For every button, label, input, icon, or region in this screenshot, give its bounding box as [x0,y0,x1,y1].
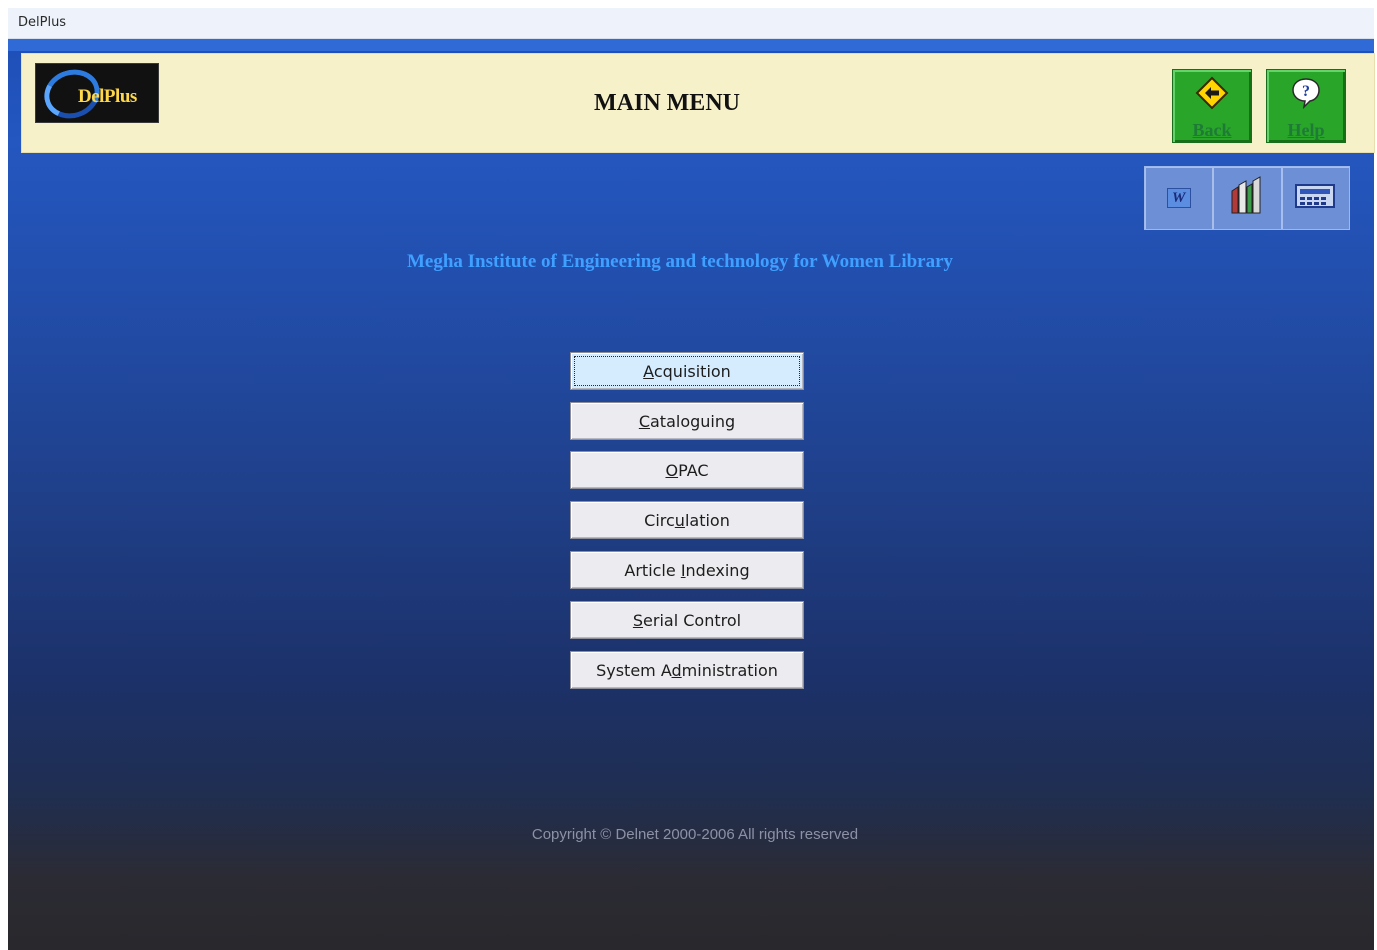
help-question-icon: ? [1289,76,1323,110]
circulation-button[interactable]: Circulation [570,501,804,539]
article-indexing-label: Article Indexing [624,560,750,580]
quick-tools-bar: W [1144,166,1350,230]
article-indexing-button[interactable]: Article Indexing [570,551,804,589]
circulation-label: Circulation [644,510,730,530]
calculator-icon [1294,181,1336,216]
logo-text: DelPlus [78,86,137,107]
copyright-notice: Copyright © Delnet 2000-2006 All rights … [531,826,859,843]
title-accent-strip [8,39,1374,51]
svg-text:?: ? [1302,83,1310,100]
system-administration-button[interactable]: System Administration [570,651,804,689]
word-icon: W [1166,188,1191,208]
cataloguing-button[interactable]: Cataloguing [570,402,804,440]
system-administration-label: System Administration [596,660,778,680]
serial-control-button[interactable]: Serial Control [570,601,804,639]
window-title: DelPlus [18,15,67,30]
page-title: MAIN MENU [594,90,740,116]
back-arrow-icon [1195,76,1229,110]
opac-button[interactable]: OPAC [570,451,804,489]
calculator-tool-button[interactable] [1282,167,1349,229]
acquisition-label: Acquisition [643,361,731,381]
help-label: Help [1287,120,1325,140]
word-tool-button[interactable]: W [1145,167,1214,229]
cataloguing-label: Cataloguing [638,411,736,431]
serial-control-label: Serial Control [632,610,742,630]
window-titlebar: DelPlus [8,8,1374,39]
library-tool-button[interactable] [1213,167,1282,229]
delplus-logo: DelPlus [35,63,159,123]
help-button[interactable]: ? Help [1266,69,1346,143]
institute-name: Megha Institute of Engineering and techn… [406,251,954,272]
back-button[interactable]: Back [1172,69,1252,143]
header-bar: DelPlus MAIN MENU Back ? Help [21,53,1375,153]
acquisition-button[interactable]: Acquisition [570,352,804,390]
books-icon [1226,175,1268,222]
opac-label: OPAC [665,460,709,480]
back-label: Back [1192,120,1232,140]
